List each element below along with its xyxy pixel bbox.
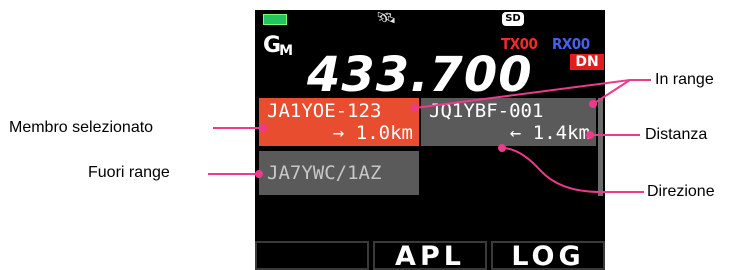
callout-in-range: In range bbox=[655, 71, 714, 88]
callout-dot-selected-member bbox=[259, 124, 267, 132]
callout-line-in-range-left bbox=[414, 79, 651, 109]
callout-dot-direction bbox=[498, 144, 506, 152]
callout-dot-in-range-right bbox=[589, 100, 597, 108]
callout-direction: Direzione bbox=[647, 183, 715, 200]
callout-line-direction bbox=[501, 147, 644, 193]
callout-selected-member: Membro selezionato bbox=[9, 119, 154, 136]
callout-distance: Distanza bbox=[645, 126, 708, 143]
callout-dot-out-of-range bbox=[255, 170, 263, 178]
callout-dot-distance bbox=[586, 131, 594, 139]
callout-dot-in-range-left bbox=[411, 104, 419, 112]
callout-out-of-range: Fuori range bbox=[88, 164, 170, 181]
